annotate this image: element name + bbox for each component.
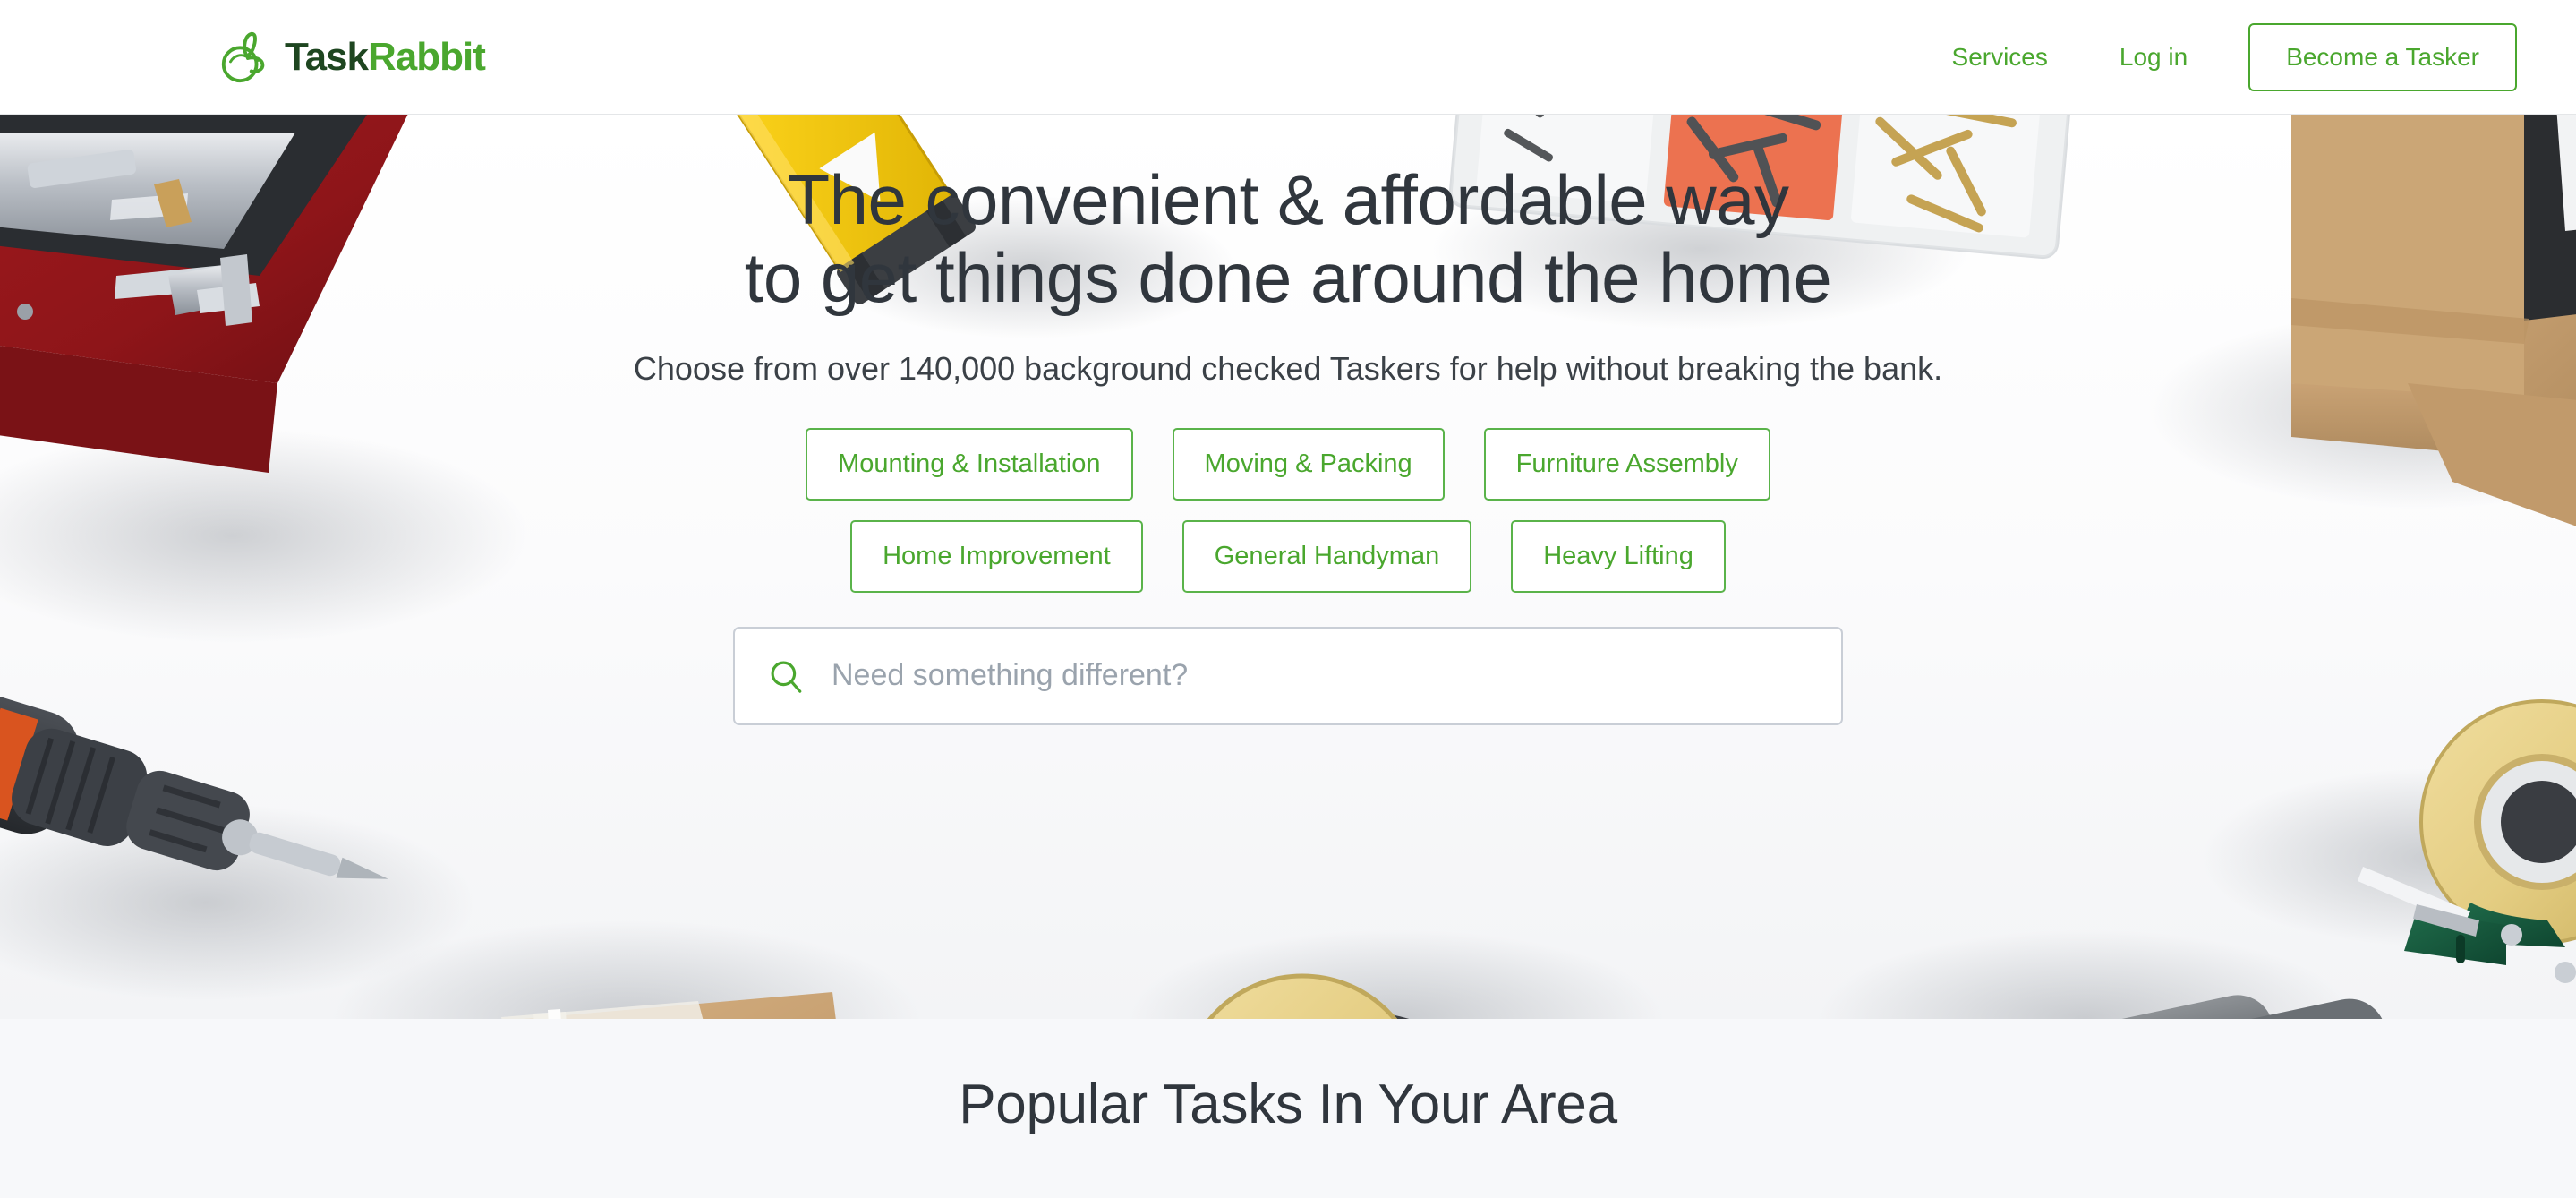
- logo-text-task: Task: [285, 34, 369, 79]
- logo-text-rabbit: Rabbit: [368, 34, 486, 79]
- logo-wordmark: TaskRabbit: [285, 34, 486, 79]
- hero-section: The convenient & affordable way to get t…: [0, 115, 2576, 1019]
- main-navigation: Services Log in Become a Tasker: [1916, 22, 2517, 91]
- headline-line-1: The convenient & affordable way: [787, 160, 1789, 239]
- category-button-moving-packing[interactable]: Moving & Packing: [1172, 427, 1445, 501]
- popular-tasks-title: Popular Tasks In Your Area: [959, 1074, 1617, 1135]
- page-title: The convenient & affordable way to get t…: [744, 160, 1832, 318]
- become-a-tasker-button[interactable]: Become a Tasker: [2248, 22, 2517, 91]
- nav-link-login[interactable]: Log in: [2084, 44, 2223, 70]
- taskrabbit-homepage: TaskRabbit Services Log in Become a Task…: [0, 0, 2576, 1198]
- hero-subheadline: Choose from over 140,000 background chec…: [633, 349, 1943, 387]
- category-shortcuts: Mounting & Installation Moving & Packing…: [806, 427, 1770, 593]
- popular-tasks-section: Popular Tasks In Your Area: [0, 1019, 2576, 1198]
- taskrabbit-logo[interactable]: TaskRabbit: [217, 30, 486, 85]
- category-button-mounting-installation[interactable]: Mounting & Installation: [806, 427, 1133, 501]
- category-button-heavy-lifting[interactable]: Heavy Lifting: [1511, 519, 1726, 593]
- category-row-2: Home Improvement General Handyman Heavy …: [850, 519, 1726, 593]
- category-button-general-handyman[interactable]: General Handyman: [1181, 519, 1472, 593]
- category-button-home-improvement[interactable]: Home Improvement: [850, 519, 1143, 593]
- category-row-1: Mounting & Installation Moving & Packing…: [806, 427, 1770, 501]
- hero-content: The convenient & affordable way to get t…: [0, 115, 2576, 1019]
- category-button-furniture-assembly[interactable]: Furniture Assembly: [1483, 427, 1770, 501]
- headline-line-2: to get things done around the home: [744, 238, 1832, 318]
- nav-link-services[interactable]: Services: [1916, 44, 2084, 70]
- search-input[interactable]: [832, 658, 1809, 694]
- rabbit-logo-icon: [217, 30, 272, 85]
- site-header: TaskRabbit Services Log in Become a Task…: [0, 0, 2576, 115]
- search-icon: [767, 657, 805, 695]
- search-bar[interactable]: [733, 626, 1843, 725]
